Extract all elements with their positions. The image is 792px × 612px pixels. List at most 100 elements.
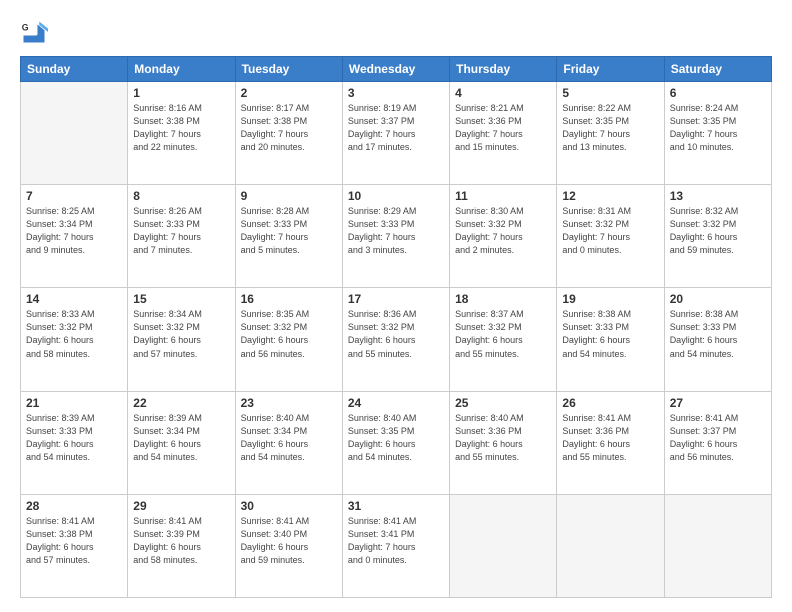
day-info: Sunrise: 8:22 AMSunset: 3:35 PMDaylight:… — [562, 102, 658, 154]
calendar-cell: 6Sunrise: 8:24 AMSunset: 3:35 PMDaylight… — [664, 82, 771, 185]
day-info: Sunrise: 8:33 AMSunset: 3:32 PMDaylight:… — [26, 308, 122, 360]
calendar-cell: 14 Sunrise: 8:33 AMSunset: 3:32 PMDayligh… — [21, 288, 128, 391]
page-header: G — [20, 18, 772, 46]
calendar-cell — [21, 82, 128, 185]
calendar-cell: 24 Sunrise: 8:40 AMSunset: 3:35 PMDayligh… — [342, 391, 449, 494]
weekday-header-tuesday: Tuesday — [235, 57, 342, 82]
day-number: 11 — [455, 189, 551, 203]
day-info: Sunrise: 8:40 AMSunset: 3:36 PMDaylight:… — [455, 412, 551, 464]
calendar-cell: 23Sunrise: 8:40 AMSunset: 3:34 PMDayligh… — [235, 391, 342, 494]
day-info: Sunrise: 8:39 AMSunset: 3:34 PMDaylight:… — [133, 412, 229, 464]
day-info: Sunrise: 8:36 AMSunset: 3:32 PMDaylight:… — [348, 308, 444, 360]
calendar-cell — [557, 494, 664, 597]
day-info: Sunrise: 8:41 AMSunset: 3:38 PMDaylight:… — [26, 515, 122, 567]
calendar-cell: 15 Sunrise: 8:34 AMSunset: 3:32 PMDayligh… — [128, 288, 235, 391]
calendar-cell: 22 Sunrise: 8:39 AMSunset: 3:34 PMDayligh… — [128, 391, 235, 494]
day-number: 19 — [562, 292, 658, 306]
calendar-cell: 12Sunrise: 8:31 AMSunset: 3:32 PMDayligh… — [557, 185, 664, 288]
logo: G — [20, 18, 52, 46]
day-info: Sunrise: 8:25 AMSunset: 3:34 PMDaylight:… — [26, 205, 122, 257]
day-number: 12 — [562, 189, 658, 203]
calendar-cell: 27 Sunrise: 8:41 AMSunset: 3:37 PMDayligh… — [664, 391, 771, 494]
day-info: Sunrise: 8:16 AMSunset: 3:38 PMDaylight:… — [133, 102, 229, 154]
calendar-cell: 26 Sunrise: 8:41 AMSunset: 3:36 PMDayligh… — [557, 391, 664, 494]
day-info: Sunrise: 8:21 AMSunset: 3:36 PMDaylight:… — [455, 102, 551, 154]
calendar-cell: 13 Sunrise: 8:32 AMSunset: 3:32 PMDayligh… — [664, 185, 771, 288]
day-info: Sunrise: 8:34 AMSunset: 3:32 PMDaylight:… — [133, 308, 229, 360]
day-number: 18 — [455, 292, 551, 306]
calendar-cell: 18Sunrise: 8:37 AMSunset: 3:32 PMDayligh… — [450, 288, 557, 391]
calendar-week-2: 7 Sunrise: 8:25 AMSunset: 3:34 PMDaylight… — [21, 185, 772, 288]
day-info: Sunrise: 8:38 AMSunset: 3:33 PMDaylight:… — [562, 308, 658, 360]
day-info: Sunrise: 8:30 AMSunset: 3:32 PMDaylight:… — [455, 205, 551, 257]
day-info: Sunrise: 8:41 AMSunset: 3:37 PMDaylight:… — [670, 412, 766, 464]
day-number: 7 — [26, 189, 122, 203]
day-number: 5 — [562, 86, 658, 100]
day-number: 1 — [133, 86, 229, 100]
day-number: 8 — [133, 189, 229, 203]
calendar-cell: 8 Sunrise: 8:26 AMSunset: 3:33 PMDaylight… — [128, 185, 235, 288]
day-info: Sunrise: 8:17 AMSunset: 3:38 PMDaylight:… — [241, 102, 337, 154]
day-info: Sunrise: 8:39 AMSunset: 3:33 PMDaylight:… — [26, 412, 122, 464]
day-number: 9 — [241, 189, 337, 203]
calendar-cell: 21 Sunrise: 8:39 AMSunset: 3:33 PMDayligh… — [21, 391, 128, 494]
day-number: 27 — [670, 396, 766, 410]
calendar-cell: 7 Sunrise: 8:25 AMSunset: 3:34 PMDaylight… — [21, 185, 128, 288]
calendar-cell: 20Sunrise: 8:38 AMSunset: 3:33 PMDayligh… — [664, 288, 771, 391]
day-number: 14 — [26, 292, 122, 306]
day-number: 15 — [133, 292, 229, 306]
day-info: Sunrise: 8:32 AMSunset: 3:32 PMDaylight:… — [670, 205, 766, 257]
calendar-week-3: 14 Sunrise: 8:33 AMSunset: 3:32 PMDayligh… — [21, 288, 772, 391]
day-info: Sunrise: 8:41 AMSunset: 3:39 PMDaylight:… — [133, 515, 229, 567]
calendar-cell: 2 Sunrise: 8:17 AMSunset: 3:38 PMDaylight… — [235, 82, 342, 185]
day-number: 2 — [241, 86, 337, 100]
day-number: 17 — [348, 292, 444, 306]
day-info: Sunrise: 8:19 AMSunset: 3:37 PMDaylight:… — [348, 102, 444, 154]
day-number: 31 — [348, 499, 444, 513]
calendar-cell: 31Sunrise: 8:41 AMSunset: 3:41 PMDayligh… — [342, 494, 449, 597]
day-info: Sunrise: 8:24 AMSunset: 3:35 PMDaylight:… — [670, 102, 766, 154]
day-number: 21 — [26, 396, 122, 410]
calendar-cell: 5 Sunrise: 8:22 AMSunset: 3:35 PMDaylight… — [557, 82, 664, 185]
day-number: 24 — [348, 396, 444, 410]
calendar-cell: 1 Sunrise: 8:16 AMSunset: 3:38 PMDaylight… — [128, 82, 235, 185]
calendar-cell: 28 Sunrise: 8:41 AMSunset: 3:38 PMDayligh… — [21, 494, 128, 597]
calendar-table: SundayMondayTuesdayWednesdayThursdayFrid… — [20, 56, 772, 598]
day-number: 30 — [241, 499, 337, 513]
calendar-header-row: SundayMondayTuesdayWednesdayThursdayFrid… — [21, 57, 772, 82]
calendar-cell: 29 Sunrise: 8:41 AMSunset: 3:39 PMDayligh… — [128, 494, 235, 597]
day-info: Sunrise: 8:38 AMSunset: 3:33 PMDaylight:… — [670, 308, 766, 360]
weekday-header-wednesday: Wednesday — [342, 57, 449, 82]
weekday-header-monday: Monday — [128, 57, 235, 82]
day-number: 26 — [562, 396, 658, 410]
calendar-cell: 11 Sunrise: 8:30 AMSunset: 3:32 PMDayligh… — [450, 185, 557, 288]
day-number: 29 — [133, 499, 229, 513]
calendar-week-4: 21 Sunrise: 8:39 AMSunset: 3:33 PMDayligh… — [21, 391, 772, 494]
calendar-cell: 9 Sunrise: 8:28 AMSunset: 3:33 PMDaylight… — [235, 185, 342, 288]
day-info: Sunrise: 8:28 AMSunset: 3:33 PMDaylight:… — [241, 205, 337, 257]
calendar-cell: 10 Sunrise: 8:29 AMSunset: 3:33 PMDayligh… — [342, 185, 449, 288]
calendar-cell: 4Sunrise: 8:21 AMSunset: 3:36 PMDaylight… — [450, 82, 557, 185]
day-number: 13 — [670, 189, 766, 203]
day-number: 16 — [241, 292, 337, 306]
day-number: 10 — [348, 189, 444, 203]
calendar-cell — [450, 494, 557, 597]
calendar-cell: 16 Sunrise: 8:35 AMSunset: 3:32 PMDayligh… — [235, 288, 342, 391]
day-info: Sunrise: 8:35 AMSunset: 3:32 PMDaylight:… — [241, 308, 337, 360]
day-info: Sunrise: 8:40 AMSunset: 3:34 PMDaylight:… — [241, 412, 337, 464]
weekday-header-thursday: Thursday — [450, 57, 557, 82]
day-info: Sunrise: 8:40 AMSunset: 3:35 PMDaylight:… — [348, 412, 444, 464]
day-number: 25 — [455, 396, 551, 410]
calendar-cell: 30 Sunrise: 8:41 AMSunset: 3:40 PMDayligh… — [235, 494, 342, 597]
day-info: Sunrise: 8:29 AMSunset: 3:33 PMDaylight:… — [348, 205, 444, 257]
day-info: Sunrise: 8:26 AMSunset: 3:33 PMDaylight:… — [133, 205, 229, 257]
day-info: Sunrise: 8:41 AMSunset: 3:40 PMDaylight:… — [241, 515, 337, 567]
day-number: 22 — [133, 396, 229, 410]
svg-text:G: G — [22, 22, 29, 32]
weekday-header-sunday: Sunday — [21, 57, 128, 82]
calendar-cell: 17 Sunrise: 8:36 AMSunset: 3:32 PMDayligh… — [342, 288, 449, 391]
day-number: 28 — [26, 499, 122, 513]
day-info: Sunrise: 8:41 AMSunset: 3:36 PMDaylight:… — [562, 412, 658, 464]
weekday-header-friday: Friday — [557, 57, 664, 82]
day-number: 3 — [348, 86, 444, 100]
